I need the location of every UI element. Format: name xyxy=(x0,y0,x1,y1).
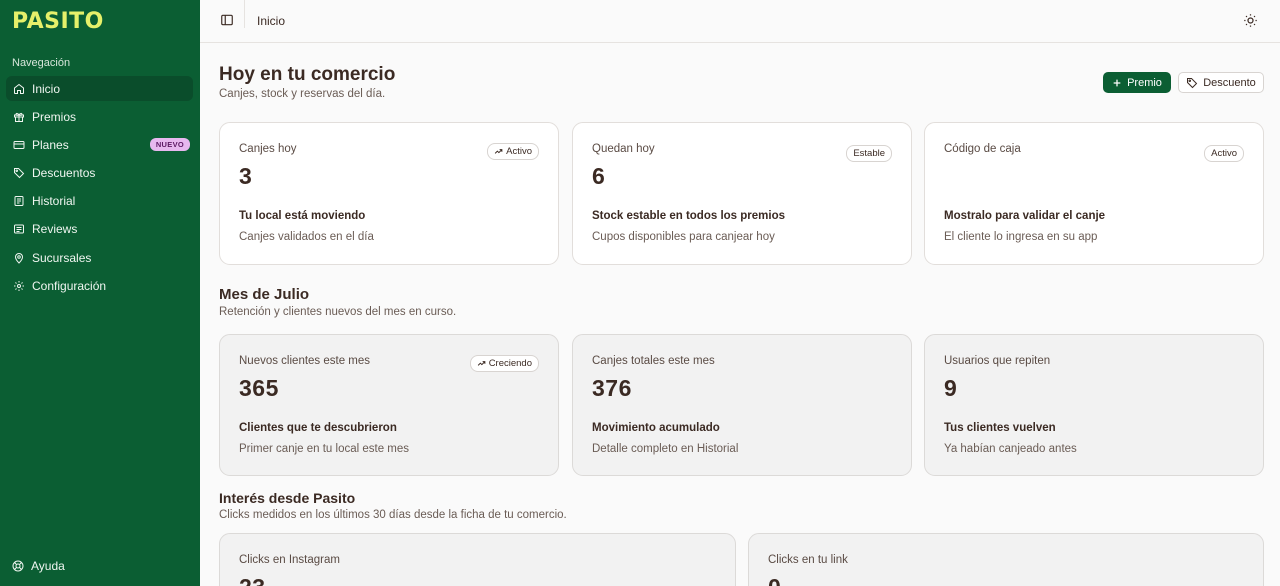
sidebar-item-label: Planes xyxy=(32,137,69,152)
sidebar-item-descuentos[interactable]: Descuentos xyxy=(6,161,193,186)
pasito-logo[interactable]: PASITO xyxy=(12,9,104,34)
help-link[interactable]: Ayuda xyxy=(12,559,65,573)
card-value: 6 xyxy=(592,163,606,189)
sidebar-item-sucursales[interactable]: Sucursales xyxy=(6,245,193,270)
card-description: Canjes validados en el día xyxy=(239,231,374,243)
card-label: Código de caja xyxy=(944,143,1021,155)
sidebar-item-configuracion[interactable]: Configuración xyxy=(6,273,193,298)
status-badge-label: Estable xyxy=(853,148,885,159)
card-headline: Movimiento acumulado xyxy=(592,422,720,434)
help-icon xyxy=(12,560,24,572)
status-badge: Activo xyxy=(487,143,539,160)
sidebar-nav: Inicio Premios Planes NUEVO Descuentos H… xyxy=(6,76,193,302)
card-label: Canjes hoy xyxy=(239,143,297,155)
plus-icon xyxy=(1112,78,1122,88)
sidebar-item-label: Inicio xyxy=(32,81,61,96)
nav-section-title: Navegación xyxy=(12,57,71,69)
sidebar-item-reviews[interactable]: Reviews xyxy=(6,217,193,242)
stat-card-usuarios-repiten: Usuarios que repiten 9 Tus clientes vuel… xyxy=(924,334,1264,476)
help-label: Ayuda xyxy=(31,559,65,573)
stat-card-canjes-hoy: Canjes hoy Activo 3 Tu local está movien… xyxy=(219,122,559,265)
sidebar-item-premios[interactable]: Premios xyxy=(6,104,193,129)
sidebar-item-historial[interactable]: Historial xyxy=(6,189,193,214)
page-title: Hoy en tu comercio xyxy=(219,64,396,85)
sidebar-item-label: Sucursales xyxy=(32,250,92,265)
interest-section-subtitle: Clicks medidos en los últimos 30 días de… xyxy=(219,509,567,521)
card-description: Ya habían canjeado antes xyxy=(944,443,1077,455)
add-premio-label: Premio xyxy=(1127,76,1162,89)
sidebar-item-label: Historial xyxy=(32,194,76,209)
topbar: Inicio xyxy=(200,0,1280,43)
card-value: 376 xyxy=(592,375,632,401)
card-description: Detalle completo en Historial xyxy=(592,443,739,455)
sidebar-item-planes[interactable]: Planes NUEVO xyxy=(6,132,193,157)
trend-up-icon xyxy=(494,149,503,154)
card-description: Primer canje en tu local este mes xyxy=(239,443,410,455)
interest-section-title: Interés desde Pasito xyxy=(219,490,356,506)
card-label: Clicks en Instagram xyxy=(239,554,340,566)
tag-icon xyxy=(14,168,25,179)
sidebar-item-label: Configuración xyxy=(32,278,107,293)
breadcrumb: Inicio xyxy=(257,14,286,28)
gift-icon xyxy=(14,112,24,122)
card-label: Usuarios que repiten xyxy=(944,355,1051,367)
status-badge: Creciendo xyxy=(469,355,539,372)
new-badge: NUEVO xyxy=(149,138,190,152)
add-descuento-button[interactable]: Descuento xyxy=(1178,72,1264,93)
card-label: Quedan hoy xyxy=(592,143,655,155)
card-label: Clicks en tu link xyxy=(768,554,848,566)
card-description: Cupos disponibles para canjear hoy xyxy=(592,231,775,243)
trend-up-icon xyxy=(477,361,486,366)
status-badge-label: Activo xyxy=(1211,148,1237,159)
card-headline: Clientes que te descubrieron xyxy=(239,422,397,434)
card-headline: Tus clientes vuelven xyxy=(944,422,1056,434)
card-value: 0 xyxy=(768,574,781,586)
month-section-title: Mes de Julio xyxy=(219,286,310,303)
add-premio-button[interactable]: Premio xyxy=(1103,72,1171,93)
stat-card-clicks-link: Clicks en tu link 0 xyxy=(748,533,1264,586)
status-badge: Estable xyxy=(846,145,892,162)
sidebar-item-inicio[interactable]: Inicio xyxy=(6,76,193,101)
sidebar-item-label: Reviews xyxy=(32,222,78,237)
divider xyxy=(244,0,245,28)
card-value: 23 xyxy=(239,574,266,586)
tag-icon xyxy=(1186,77,1198,89)
sun-icon[interactable] xyxy=(1243,13,1258,28)
card-icon xyxy=(13,140,25,149)
month-section-subtitle: Retención y clientes nuevos del mes en c… xyxy=(219,306,457,318)
status-badge-label: Activo xyxy=(506,146,532,157)
settings-icon xyxy=(14,280,24,291)
home-icon xyxy=(14,83,24,94)
card-value: 3 xyxy=(239,163,253,189)
card-description: El cliente lo ingresa en su app xyxy=(944,231,1098,243)
card-value: 365 xyxy=(239,375,279,401)
card-headline: Stock estable en todos los premios xyxy=(592,210,785,222)
review-icon xyxy=(14,224,24,234)
stat-card-canjes-totales: Canjes totales este mes 376 Movimiento a… xyxy=(572,334,912,476)
card-label: Nuevos clientes este mes xyxy=(239,355,371,367)
card-label: Canjes totales este mes xyxy=(592,355,715,367)
add-descuento-label: Descuento xyxy=(1203,76,1256,89)
status-badge-label: Creciendo xyxy=(488,358,532,369)
card-value: 9 xyxy=(944,375,958,401)
sidebar-toggle-icon[interactable] xyxy=(220,13,234,27)
stat-card-nuevos-clientes: Nuevos clientes este mes Creciendo 365 C… xyxy=(219,334,559,476)
card-headline: Tu local está moviendo xyxy=(239,210,366,222)
status-badge: Activo xyxy=(1204,145,1244,162)
stat-card-clicks-instagram: Clicks en Instagram 23 xyxy=(219,533,736,586)
sidebar: PASITO Navegación Inicio Premios Planes … xyxy=(0,0,200,586)
map-pin-icon xyxy=(14,252,24,264)
sidebar-item-label: Premios xyxy=(32,109,77,124)
page-subtitle: Canjes, stock y reservas del día. xyxy=(219,88,386,100)
sidebar-item-label: Descuentos xyxy=(32,166,96,181)
history-icon xyxy=(14,196,24,207)
card-headline: Mostralo para validar el canje xyxy=(944,210,1106,222)
stat-card-codigo-caja: Código de caja Activo Mostralo para vali… xyxy=(924,122,1264,265)
stat-card-quedan-hoy: Quedan hoy Estable 6 Stock estable en to… xyxy=(572,122,912,265)
